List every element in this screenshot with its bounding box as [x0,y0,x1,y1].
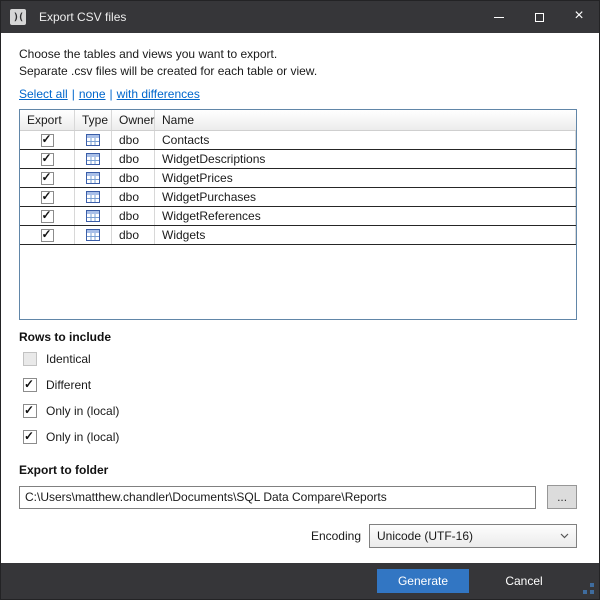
type-cell [75,131,112,149]
column-header-name[interactable]: Name [155,110,576,130]
chevron-down-icon [560,533,569,539]
intro-text: Choose the tables and views you want to … [19,46,577,80]
include-option-label: Different [46,378,91,392]
owner-cell: dbo [112,188,155,206]
rows-to-include-options: Identical ✓ Different ✓ Only in (local) … [19,352,577,444]
include-option-only-in-local: ✓ Only in (local) [23,430,577,444]
type-cell [75,150,112,168]
encoding-value: Unicode (UTF-16) [377,529,473,543]
export-folder-heading: Export to folder [19,463,577,477]
table-icon [86,172,100,184]
include-option-different: ✓ Different [23,378,577,392]
include-option-identical: Identical [23,352,577,366]
include-option-label: Only in (local) [46,404,119,418]
table-row[interactable]: ✓ dbo WidgetDescriptions [20,150,576,169]
table-icon [86,191,100,203]
export-cell: ✓ [20,131,75,149]
export-checkbox[interactable]: ✓ [41,191,54,204]
close-icon: × [574,8,583,24]
footer-bar: Generate Cancel [1,563,599,599]
encoding-row: Encoding Unicode (UTF-16) [19,524,577,548]
column-header-owner[interactable]: Owner [112,110,155,130]
intro-line-1: Choose the tables and views you want to … [19,46,577,63]
rows-to-include-heading: Rows to include [19,330,577,344]
encoding-dropdown[interactable]: Unicode (UTF-16) [369,524,577,548]
select-with-differences-link[interactable]: with differences [117,87,200,101]
table-row[interactable]: ✓ dbo WidgetReferences [20,207,576,226]
maximize-button[interactable] [519,1,559,33]
export-checkbox[interactable]: ✓ [41,172,54,185]
dialog-content: Choose the tables and views you want to … [1,46,599,548]
export-checkbox[interactable]: ✓ [41,229,54,242]
export-checkbox[interactable]: ✓ [41,210,54,223]
type-cell [75,169,112,187]
cancel-button[interactable]: Cancel [489,569,559,593]
export-checkbox[interactable]: ✓ [41,153,54,166]
owner-cell: dbo [112,207,155,225]
encoding-label: Encoding [311,529,361,543]
table-icon [86,134,100,146]
app-logo-icon: )( [10,9,26,25]
link-separator: | [110,87,113,101]
table-body: ✓ dbo Contacts ✓ dbo [20,131,576,245]
include-checkbox[interactable]: ✓ [23,378,37,392]
column-header-export[interactable]: Export [20,110,75,130]
type-cell [75,226,112,244]
type-cell [75,207,112,225]
export-csv-dialog: )( Export CSV files × Choose the tables … [0,0,600,600]
titlebar[interactable]: )( Export CSV files × [1,1,599,33]
type-cell [75,188,112,206]
name-cell: WidgetPrices [155,169,576,187]
export-checkbox[interactable]: ✓ [41,134,54,147]
owner-cell: dbo [112,169,155,187]
folder-row: ... [19,485,577,509]
export-cell: ✓ [20,150,75,168]
owner-cell: dbo [112,226,155,244]
link-separator: | [72,87,75,101]
include-checkbox[interactable] [23,352,37,366]
resize-grip[interactable] [583,583,594,594]
close-button[interactable]: × [559,1,599,33]
table-icon [86,153,100,165]
table-header-row: Export Type Owner Name [20,110,576,131]
table-row[interactable]: ✓ dbo WidgetPurchases [20,188,576,207]
selection-links: Select all | none | with differences [19,87,577,101]
include-checkbox[interactable]: ✓ [23,430,37,444]
name-cell: WidgetPurchases [155,188,576,206]
include-option-label: Identical [46,352,91,366]
export-cell: ✓ [20,188,75,206]
window-controls: × [479,1,599,33]
maximize-icon [535,13,544,22]
include-option-only-in-local: ✓ Only in (local) [23,404,577,418]
select-none-link[interactable]: none [79,87,106,101]
export-cell: ✓ [20,207,75,225]
browse-folder-button[interactable]: ... [547,485,577,509]
table-icon [86,229,100,241]
name-cell: Contacts [155,131,576,149]
include-checkbox[interactable]: ✓ [23,404,37,418]
owner-cell: dbo [112,131,155,149]
table-icon [86,210,100,222]
include-option-label: Only in (local) [46,430,119,444]
column-header-type[interactable]: Type [75,110,112,130]
owner-cell: dbo [112,150,155,168]
table-row[interactable]: ✓ dbo WidgetPrices [20,169,576,188]
minimize-button[interactable] [479,1,519,33]
tables-list: Export Type Owner Name ✓ dbo Contacts ✓ [19,109,577,320]
minimize-icon [494,17,504,18]
export-folder-input[interactable] [19,486,536,509]
window-title: Export CSV files [39,10,126,24]
export-cell: ✓ [20,169,75,187]
intro-line-2: Separate .csv files will be created for … [19,63,577,80]
export-cell: ✓ [20,226,75,244]
table-row[interactable]: ✓ dbo Widgets [20,226,576,245]
name-cell: Widgets [155,226,576,244]
table-row[interactable]: ✓ dbo Contacts [20,131,576,150]
name-cell: WidgetReferences [155,207,576,225]
name-cell: WidgetDescriptions [155,150,576,168]
select-all-link[interactable]: Select all [19,87,68,101]
generate-button[interactable]: Generate [377,569,469,593]
